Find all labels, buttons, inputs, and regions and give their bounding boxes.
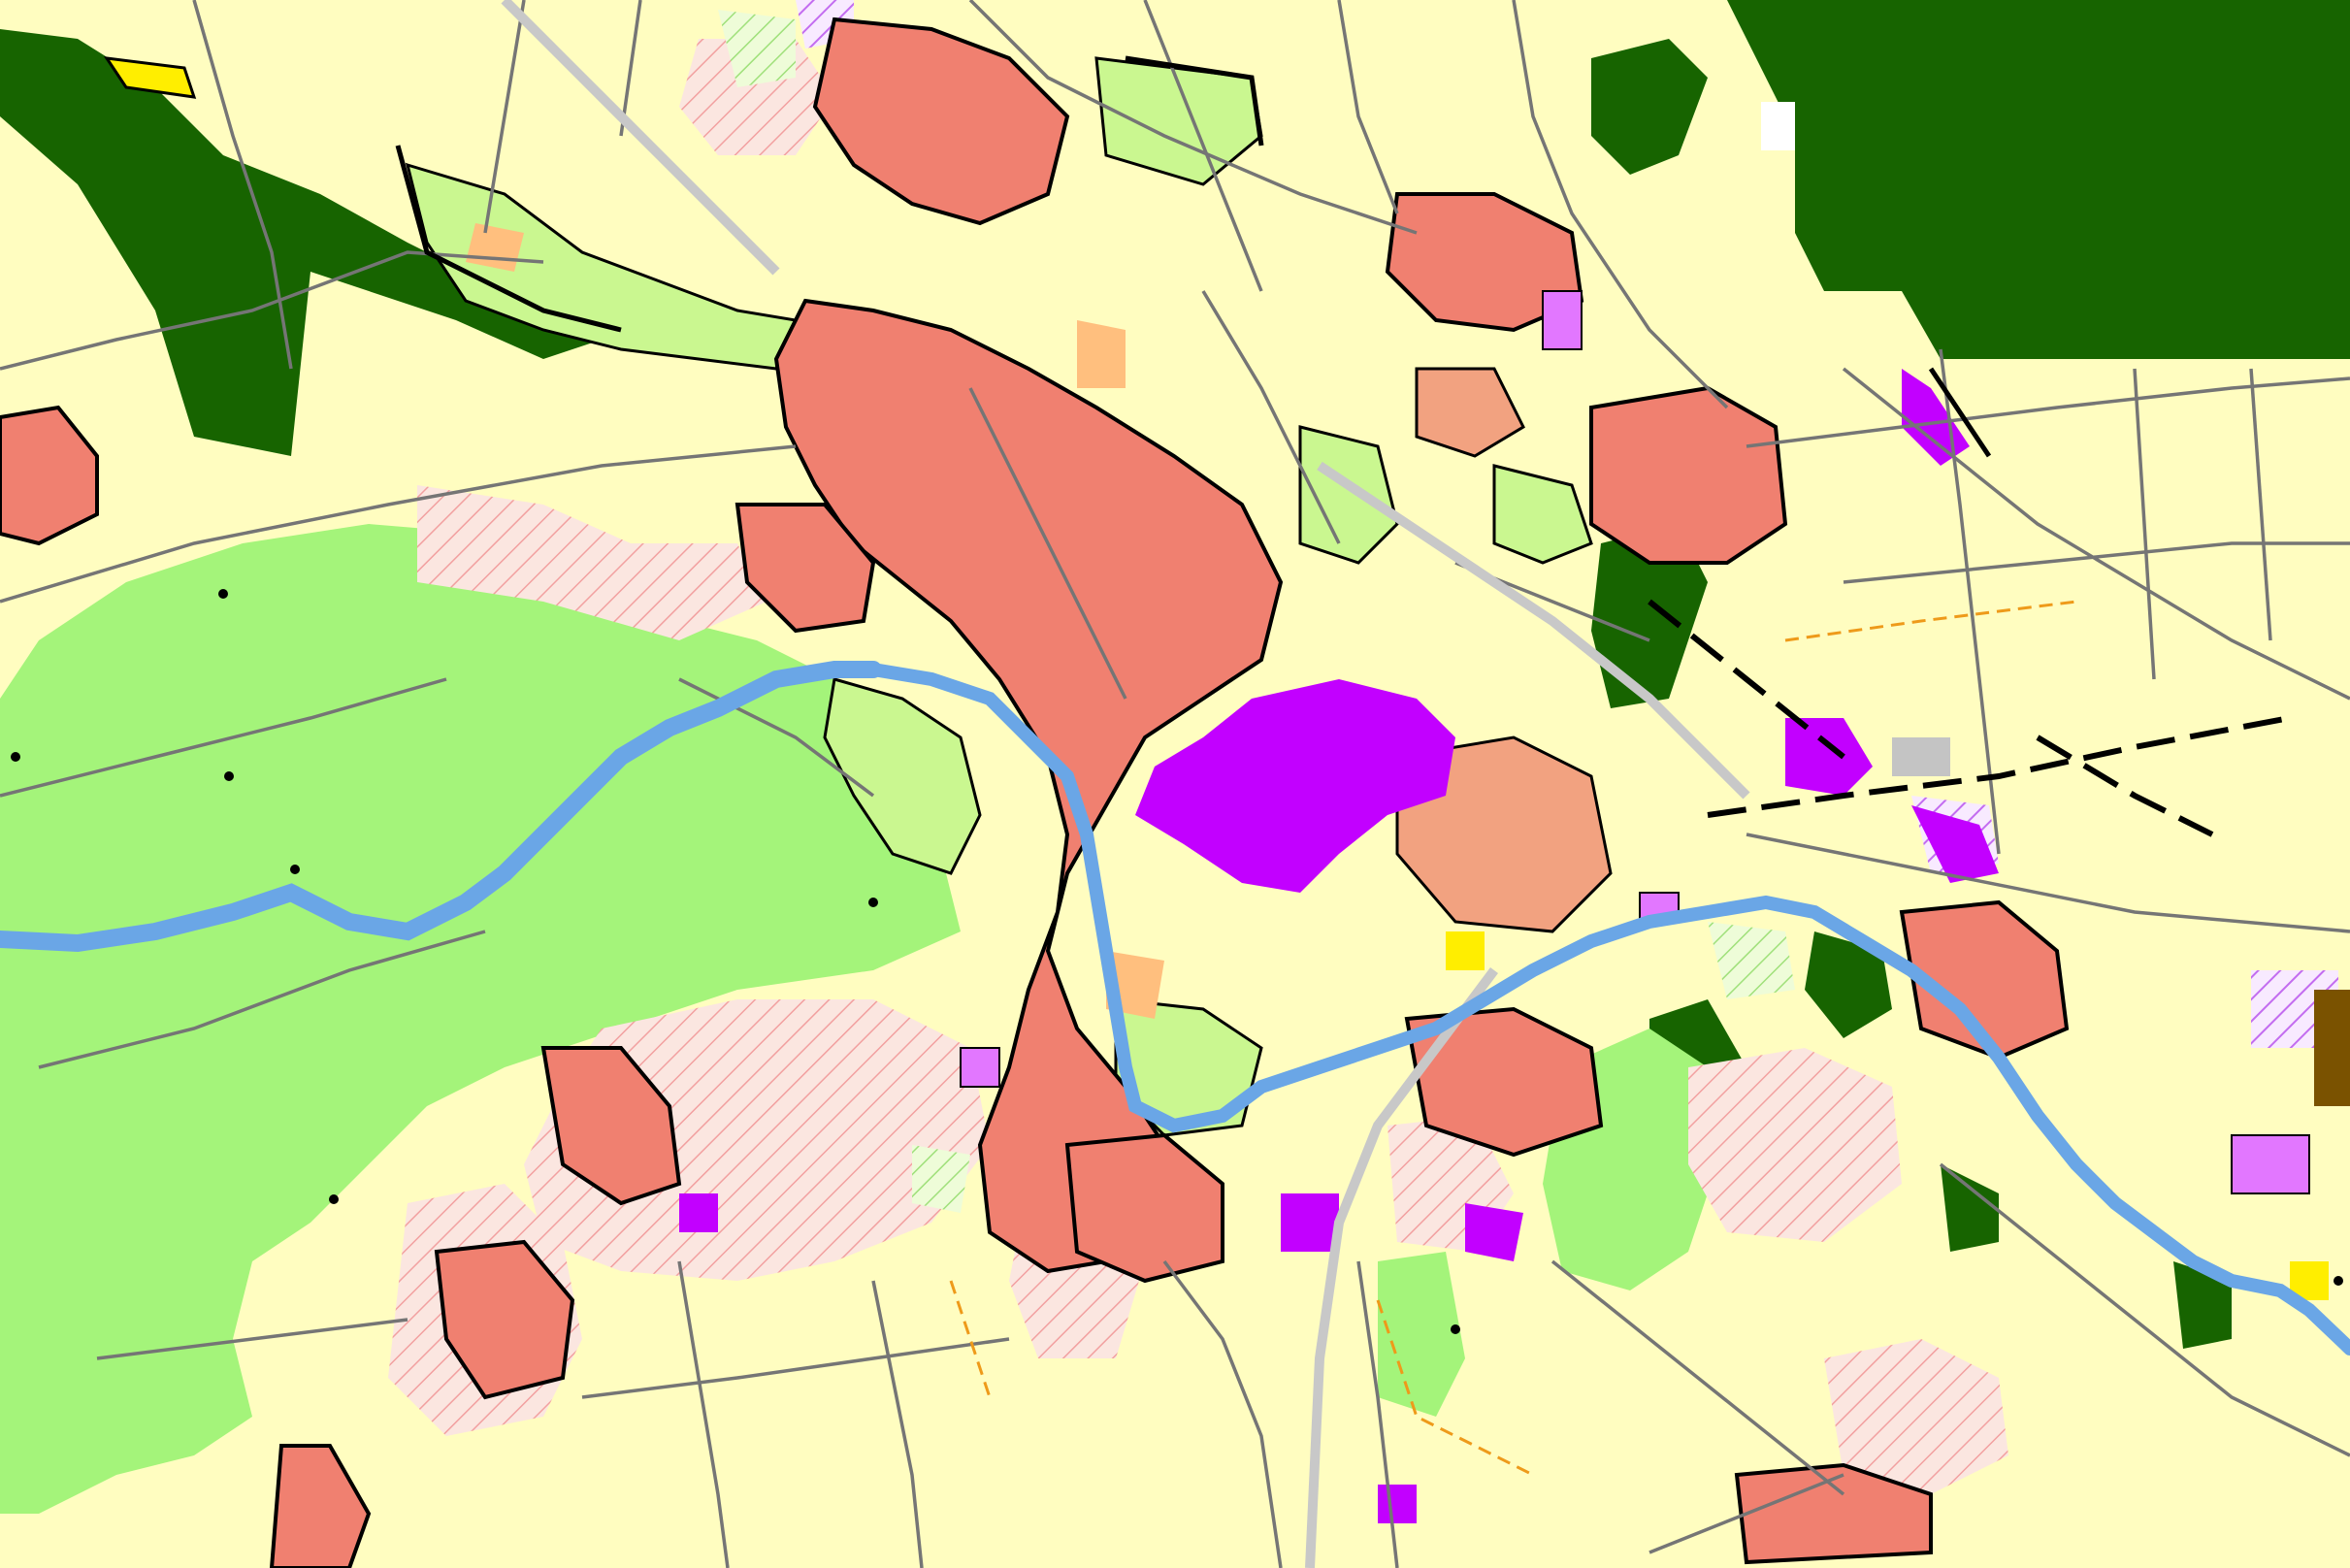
green-hatch-south <box>912 1145 970 1213</box>
industrial-south-3 <box>1378 1485 1417 1523</box>
land-use-map[interactable] <box>0 0 2350 1568</box>
commercial-patch-1 <box>1077 320 1126 388</box>
map-canvas[interactable] <box>0 0 2350 1568</box>
white-area-northeast <box>1761 102 1795 150</box>
settlement-east <box>1589 385 1788 565</box>
industrial-southwest <box>679 1193 718 1232</box>
yellow-area-center <box>1446 931 1485 970</box>
special-area-east <box>2231 1134 2310 1194</box>
gray-area-east <box>1892 737 1950 776</box>
industrial-south-2 <box>1465 1203 1523 1261</box>
special-area-west <box>960 1047 1000 1088</box>
special-area-north <box>1542 290 1583 350</box>
industrial-south <box>1281 1193 1339 1252</box>
brown-area-east <box>2314 990 2350 1106</box>
